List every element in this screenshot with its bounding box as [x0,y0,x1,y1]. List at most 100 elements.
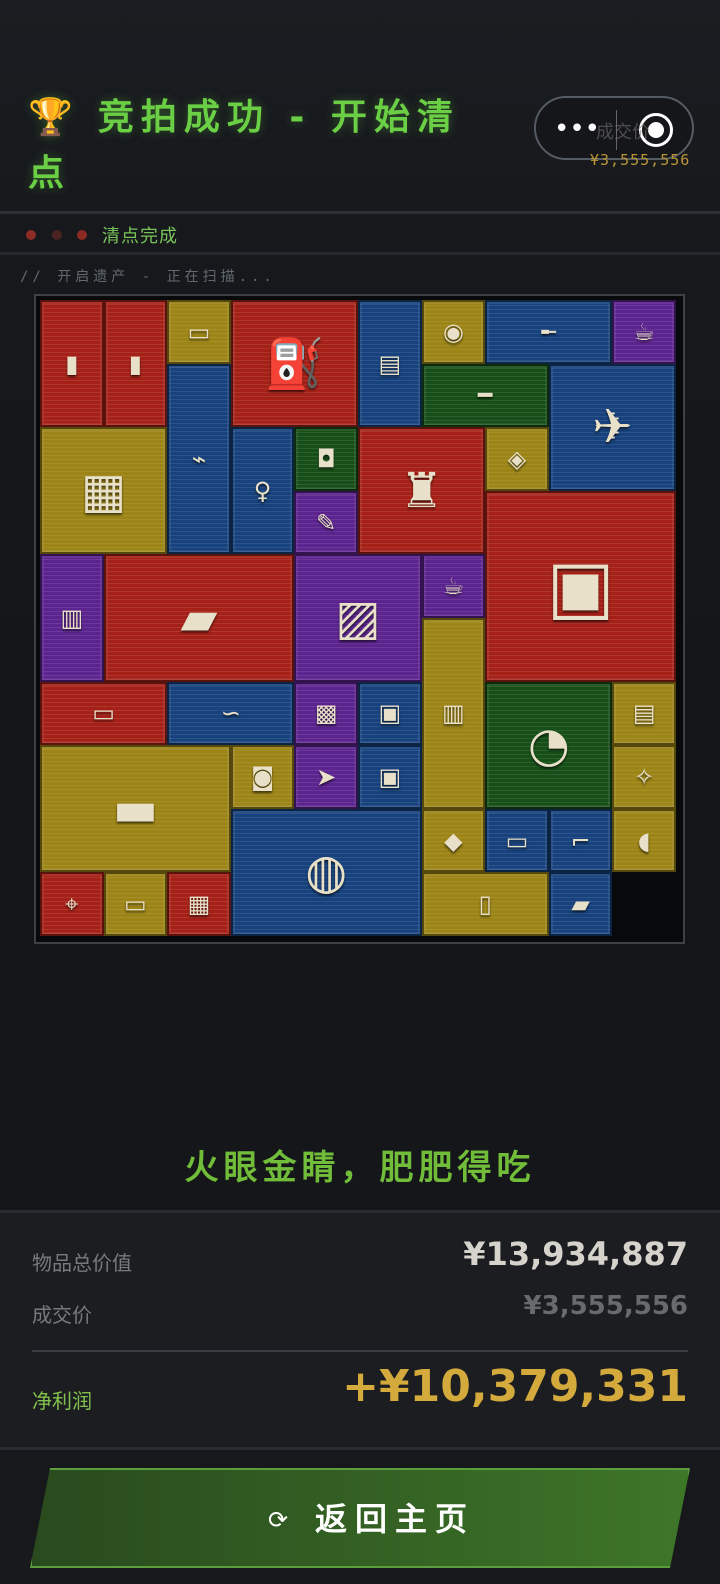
slogan: 火眼金睛，肥肥得吃 [184,1148,536,1188]
inventory-item-ring[interactable]: ◈ [485,427,549,491]
inventory-item-gold-bar-2[interactable]: ▮ [103,300,168,428]
inventory-item-small-teacup[interactable]: ☕ [421,554,486,618]
scan-text: // 开启遗产 - 正在扫描... [20,269,276,285]
inventory-item-rifle[interactable]: ╾ [485,300,613,364]
net-profit-label: 净利润 [32,1389,92,1413]
inventory-item-statue[interactable]: ♀ [230,427,295,555]
more-dots-icon[interactable]: ••• [554,116,600,142]
inventory-item-adapter[interactable]: ▣ [358,745,422,809]
status-bar: 清点完成 [0,215,720,255]
oximeter-icon: ◖ [637,826,651,855]
inventory-item-cassette[interactable]: ▨ [294,554,422,682]
inventory-item-device[interactable]: ◆ [421,808,486,873]
inventory-item-teacup[interactable]: ☕ [612,300,676,364]
inventory-item-arrowhead[interactable]: ➤ [294,745,358,809]
trophy-icon: 🏆 [28,97,80,138]
inventory-item-gas-canister[interactable]: ⛽ [230,300,358,428]
refresh-icon: ⟳ [268,1507,289,1534]
return-home-label: 返回主页 [315,1501,476,1537]
radio-station-icon: ▤ [632,699,656,728]
inventory-item-graphics-card[interactable]: ▦ [167,872,231,936]
jar-icon: ◘ [316,444,336,473]
card-pack-icon: ▥ [60,603,84,632]
pipe-icon: ∽ [220,699,241,728]
inventory-item-lighter[interactable]: ▭ [167,300,231,364]
ammo-jar-icon: ▤ [378,349,402,378]
compass-icon: ⌖ [65,890,79,919]
inventory-item-tube[interactable]: ━ [421,363,549,428]
capsule-price-label: 成交价 [596,122,650,143]
thermometer-icon: ⌐ [570,826,591,855]
inventory-item-document-bag[interactable]: ▦ [40,427,168,555]
inventory-item-oximeter[interactable]: ◖ [612,808,676,873]
inventory-item-pill-bottle[interactable]: ◍ [230,808,422,936]
inventory-item-gum-pack[interactable]: ▭ [485,808,549,873]
phone-icon: ▯ [478,890,492,919]
inventory-item-compass[interactable]: ⌖ [40,872,104,936]
inventory-item-golden-crocodile[interactable]: ♜ [358,427,486,555]
small-lighter-icon: ▭ [124,890,147,919]
rifle-icon: ╾ [541,317,557,346]
net-profit: +¥10,379,331 [342,1361,688,1412]
inventory-item-pipe[interactable]: ∽ [167,681,295,746]
gold-bar-2-icon: ▮ [128,349,142,378]
inventory-item-glass-cylinder[interactable]: ▥ [421,618,486,809]
inventory-item-medical-monitor[interactable]: ▣ [485,490,676,682]
inventory-item-necklace[interactable]: ✧ [612,745,676,809]
medical-monitor-icon: ▣ [546,544,615,629]
gum-pack-icon: ▭ [505,826,529,855]
inventory-item-card-pack[interactable]: ▥ [40,554,104,682]
tablet-icon: ▭ [92,699,115,728]
inventory-item-pen[interactable]: ✎ [294,490,358,555]
inventory-item-circuit-board[interactable]: ▩ [294,681,358,746]
gas-canister-icon: ⛽ [264,335,325,392]
inventory-item-drone[interactable]: ✈ [548,363,676,491]
inventory-item-tablet[interactable]: ▭ [40,681,168,746]
inventory-item-armored-vehicle[interactable]: ▰ [103,554,295,682]
circuit-board-icon: ▩ [314,699,338,728]
summary-panel: 物品总价值 ¥13,934,887 成交价 ¥3,555,556 净利润 +¥1… [0,1210,720,1450]
inventory-item-gold-bar-1[interactable]: ▮ [40,300,104,428]
glass-cylinder-icon: ▥ [442,699,465,728]
gauge-icon: ◔ [527,717,570,774]
lighter-icon: ▭ [187,317,211,346]
total-value: ¥13,934,887 [463,1235,688,1273]
document-bag-icon: ▦ [80,462,127,519]
inventory-item-camera[interactable]: ◙ [230,745,295,809]
armored-vehicle-icon: ▰ [180,589,218,646]
ring-icon: ◈ [507,444,527,473]
inventory-item-radio-station[interactable]: ▤ [612,681,676,746]
inventory-item-phone[interactable]: ▯ [421,872,549,936]
inventory-item-jar[interactable]: ◘ [294,427,358,491]
microscope-icon: ⌁ [191,444,207,473]
sardine-tin-icon: ▬ [112,780,159,837]
cassette-icon: ▨ [335,589,381,646]
inventory-item-sardine-tin[interactable]: ▬ [40,745,231,873]
device-icon: ◆ [444,826,463,855]
small-teacup-icon: ☕ [442,572,465,601]
inventory-item-flashlight[interactable]: ▰ [548,872,613,936]
page-title-text: 竞拍成功 - 开始清点 [28,97,460,194]
statue-icon: ♀ [253,476,272,505]
inventory-item-microscope[interactable]: ⌁ [167,363,231,555]
status-dot-dark-red [52,230,62,240]
result-header: 🏆 竞拍成功 - 开始清点 ••• 成交价 ¥3,555,556 [0,0,720,214]
return-home-button[interactable]: ⟳ 返回主页 [30,1468,690,1568]
total-value-label: 物品总价值 [32,1251,132,1275]
capsule-price-value: ¥3,555,556 [590,151,691,169]
inventory-item-thermometer[interactable]: ⌐ [548,808,613,873]
status-text: 清点完成 [102,226,178,247]
graphics-card-icon: ▦ [187,890,211,919]
inventory-item-hard-drive[interactable]: ◉ [421,300,486,364]
inventory-item-ammo-jar[interactable]: ▤ [358,300,422,428]
inventory-item-cube[interactable]: ▣ [358,681,422,746]
summary-divider [32,1350,688,1352]
necklace-icon: ✧ [634,762,655,791]
camera-icon: ◙ [250,762,275,791]
deal-price-label: 成交价 [32,1303,92,1327]
teacup-icon: ☕ [633,317,655,346]
inventory-item-small-lighter[interactable]: ▭ [103,872,168,936]
inventory-item-gauge[interactable]: ◔ [485,681,613,809]
auction-result-page: 🏆 竞拍成功 - 开始清点 ••• 成交价 ¥3,555,556 清点完成 // … [0,0,720,1584]
pen-icon: ✎ [316,508,337,537]
